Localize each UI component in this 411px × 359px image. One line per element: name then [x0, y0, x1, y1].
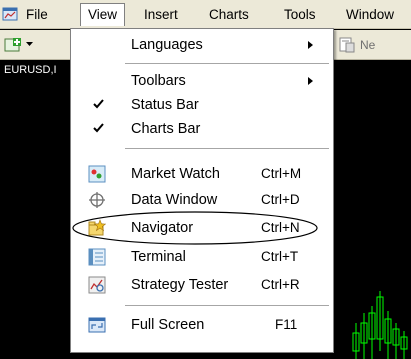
checkmark-icon: [93, 99, 104, 109]
new-order-label[interactable]: Ne: [360, 38, 375, 52]
menu-item-terminal[interactable]: Terminal Ctrl+T: [71, 245, 333, 269]
menu-item-label: Terminal: [131, 249, 186, 265]
menu-item-data-window[interactable]: Data Window Ctrl+D: [71, 188, 333, 212]
menu-item-shortcut: F11: [275, 317, 298, 332]
menu-separator: [125, 63, 329, 64]
menu-item-label: Toolbars: [131, 73, 186, 89]
menu-bar: File View Insert Charts Tools Window: [0, 0, 411, 29]
menu-item-languages[interactable]: Languages: [71, 33, 333, 57]
menu-item-full-screen[interactable]: Full Screen F11: [71, 313, 333, 337]
app-icon[interactable]: [2, 6, 18, 22]
menu-item-status-bar[interactable]: Status Bar: [71, 93, 333, 117]
menu-item-label: Languages: [131, 37, 203, 53]
menu-item-shortcut: Ctrl+N: [261, 220, 300, 235]
menu-separator: [125, 305, 329, 306]
new-chart-icon[interactable]: [4, 37, 26, 53]
submenu-arrow-icon: [308, 77, 313, 85]
menu-item-label: Full Screen: [131, 317, 205, 333]
terminal-icon: [88, 248, 106, 266]
menu-item-label: Strategy Tester: [131, 277, 229, 293]
menu-item-market-watch[interactable]: Market Watch Ctrl+M: [71, 162, 333, 186]
full-screen-icon: [88, 317, 106, 333]
data-window-icon: [89, 192, 105, 208]
menu-item-shortcut: Ctrl+M: [261, 166, 302, 181]
submenu-arrow-icon: [308, 41, 313, 49]
menu-item-label: Navigator: [131, 220, 194, 236]
menu-item-shortcut: Ctrl+T: [261, 249, 299, 264]
strategy-tester-icon: [88, 276, 106, 294]
checkmark-icon: [93, 123, 104, 133]
new-order-icon[interactable]: [338, 36, 356, 54]
menu-insert[interactable]: Insert: [140, 3, 182, 26]
menu-item-shortcut: Ctrl+D: [261, 192, 300, 207]
menu-tools[interactable]: Tools: [280, 3, 320, 26]
view-menu-dropdown: Languages Toolbars Status Bar Charts Bar…: [70, 28, 334, 353]
menu-charts[interactable]: Charts: [205, 3, 253, 26]
menu-item-charts-bar[interactable]: Charts Bar: [71, 117, 333, 141]
menu-item-navigator[interactable]: Navigator Ctrl+N: [71, 216, 333, 240]
menu-item-label: Market Watch: [131, 166, 220, 182]
menu-item-label: Data Window: [131, 192, 218, 208]
market-watch-icon: [88, 165, 106, 183]
menu-item-label: Charts Bar: [131, 121, 201, 137]
menu-file[interactable]: File: [22, 3, 52, 26]
menu-item-shortcut: Ctrl+R: [261, 277, 300, 292]
menu-view[interactable]: View: [80, 3, 125, 26]
menu-item-label: Status Bar: [131, 97, 199, 113]
menu-item-strategy-tester[interactable]: Strategy Tester Ctrl+R: [71, 273, 333, 297]
navigator-icon: [88, 219, 106, 236]
menu-separator: [125, 148, 329, 149]
menu-item-toolbars[interactable]: Toolbars: [71, 69, 333, 93]
dropdown-arrow-icon[interactable]: [26, 42, 34, 48]
menu-window[interactable]: Window: [342, 3, 398, 26]
